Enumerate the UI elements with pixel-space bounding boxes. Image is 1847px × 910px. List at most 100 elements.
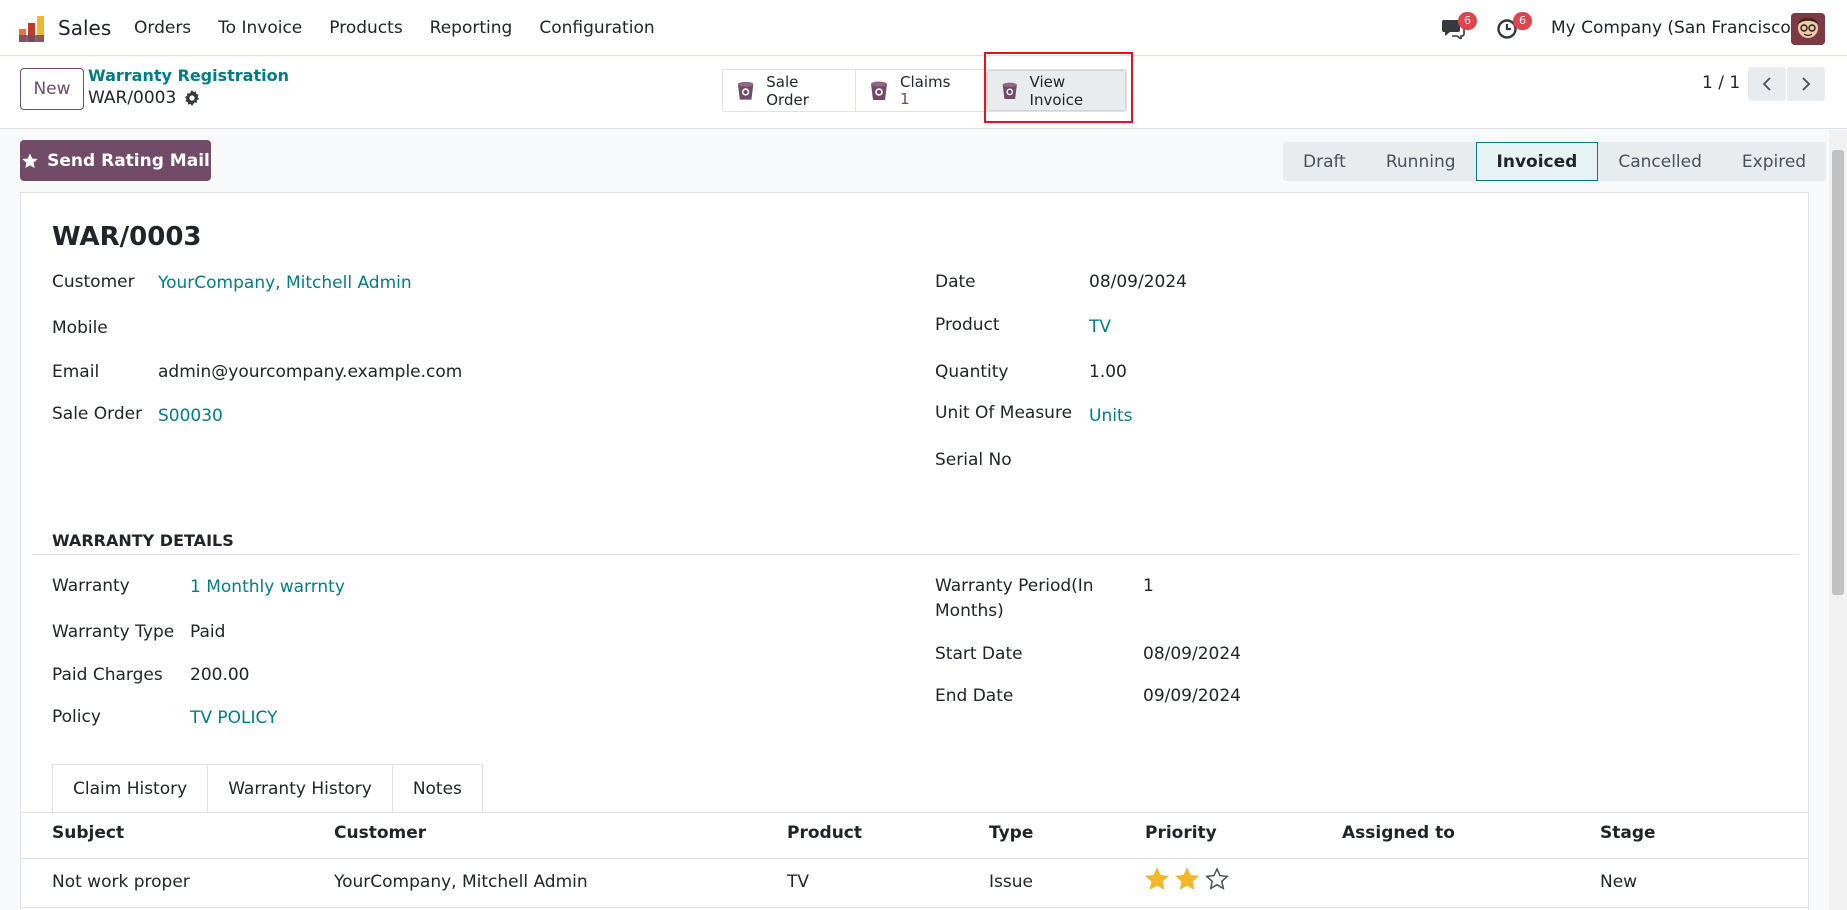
paid-charges-label: Paid Charges: [52, 665, 163, 685]
activities-badge: 6: [1513, 12, 1532, 30]
policy-label: Policy: [52, 707, 101, 727]
email-field[interactable]: admin@yourcompany.example.com: [158, 362, 462, 382]
database-icon: [871, 81, 887, 100]
claims-count: 1: [900, 89, 910, 108]
pager-value[interactable]: 1 / 1: [1702, 73, 1740, 93]
mobile-label: Mobile: [52, 318, 108, 338]
column-product[interactable]: Product: [787, 823, 862, 843]
warranty-type-label: Warranty Type: [52, 622, 175, 642]
notebook-tabs: Claim History Warranty History Notes: [52, 764, 483, 813]
tab-warranty-history[interactable]: Warranty History: [207, 764, 393, 813]
breadcrumb-current-label: WAR/0003: [88, 88, 177, 108]
menu-configuration[interactable]: Configuration: [539, 18, 654, 38]
send-rating-mail-button[interactable]: Send Rating Mail: [20, 140, 211, 181]
start-date-field[interactable]: 08/09/2024: [1143, 644, 1241, 664]
status-bar: Draft Running Invoiced Cancelled Expired: [1283, 142, 1827, 181]
section-divider: [31, 554, 1799, 555]
start-date-label: Start Date: [935, 644, 1023, 664]
user-avatar[interactable]: [1791, 13, 1825, 45]
tabs-divider: [21, 812, 1808, 813]
date-field[interactable]: 08/09/2024: [1089, 272, 1187, 292]
new-button[interactable]: New: [20, 68, 84, 110]
product-field[interactable]: TV: [1089, 317, 1111, 337]
claim-customer[interactable]: YourCompany, Mitchell Admin: [334, 872, 588, 892]
customer-field[interactable]: YourCompany, Mitchell Admin: [158, 273, 412, 293]
messages-badge: 6: [1458, 12, 1477, 30]
uom-field[interactable]: Units: [1089, 406, 1132, 426]
end-date-field[interactable]: 09/09/2024: [1143, 686, 1241, 706]
tab-notes[interactable]: Notes: [391, 764, 483, 813]
stage-cancelled[interactable]: Cancelled: [1598, 142, 1722, 181]
star-icon: [22, 153, 38, 168]
claim-priority[interactable]: [1145, 867, 1229, 891]
column-subject[interactable]: Subject: [52, 823, 124, 843]
star-filled-icon[interactable]: [1145, 867, 1169, 891]
top-navbar: Sales Orders To Invoice Products Reporti…: [0, 0, 1847, 56]
send-rating-mail-label: Send Rating Mail: [47, 150, 210, 171]
sales-app-icon[interactable]: [18, 15, 46, 43]
menu-products[interactable]: Products: [329, 18, 402, 38]
sale-order-field-label: Sale Order: [52, 404, 143, 424]
menu-to-invoice[interactable]: To Invoice: [218, 18, 302, 38]
database-icon: [737, 81, 754, 100]
end-date-label: End Date: [935, 686, 1014, 706]
chevron-left-icon: [1762, 77, 1771, 91]
date-label: Date: [935, 272, 976, 292]
pager-next-button[interactable]: [1787, 67, 1825, 101]
company-switcher[interactable]: My Company (San Francisco): [1551, 18, 1797, 38]
pager-previous-button[interactable]: [1748, 67, 1786, 101]
stage-invoiced[interactable]: Invoiced: [1475, 142, 1599, 181]
column-stage[interactable]: Stage: [1600, 823, 1656, 843]
claims-label: Claims: [900, 72, 951, 91]
control-panel: New Warranty Registration WAR/0003 Sale …: [0, 57, 1847, 129]
warranty-label: Warranty: [52, 576, 130, 596]
app-name[interactable]: Sales: [58, 16, 111, 40]
chevron-right-icon: [1802, 77, 1811, 91]
serial-no-label: Serial No: [935, 450, 1012, 470]
sale-order-smart-button[interactable]: Sale Order: [723, 70, 856, 111]
claim-subject[interactable]: Not work proper: [52, 872, 190, 892]
scrollbar-thumb[interactable]: [1832, 150, 1844, 595]
column-assigned-to[interactable]: Assigned to: [1342, 823, 1455, 843]
column-type[interactable]: Type: [989, 823, 1033, 843]
mobile-field[interactable]: [158, 318, 558, 340]
claim-stage[interactable]: New: [1600, 872, 1637, 892]
tab-claim-history[interactable]: Claim History: [52, 764, 209, 813]
breadcrumb-current: WAR/0003: [88, 88, 200, 108]
row-divider: [21, 907, 1808, 908]
view-invoice-highlight: [984, 52, 1133, 123]
customer-label: Customer: [52, 272, 135, 292]
claim-type[interactable]: Issue: [989, 872, 1033, 892]
gear-icon[interactable]: [184, 90, 200, 106]
record-title: WAR/0003: [52, 222, 202, 252]
warranty-period-label-line1: Warranty Period(In: [935, 576, 1094, 596]
sale-order-label: Sale Order: [766, 72, 809, 109]
warranty-field[interactable]: 1 Monthly warrnty: [190, 577, 345, 597]
sale-order-field[interactable]: S00030: [158, 406, 223, 426]
warranty-type-field[interactable]: Paid: [190, 622, 225, 642]
main-menu: Orders To Invoice Products Reporting Con…: [134, 18, 682, 38]
menu-reporting[interactable]: Reporting: [430, 18, 513, 38]
product-label: Product: [935, 315, 1000, 335]
serial-no-field[interactable]: [1089, 450, 1489, 472]
stage-running[interactable]: Running: [1365, 142, 1476, 181]
breadcrumb-parent[interactable]: Warranty Registration: [88, 66, 289, 85]
star-empty-icon[interactable]: [1205, 867, 1229, 891]
star-filled-icon[interactable]: [1175, 867, 1199, 891]
quantity-field[interactable]: 1.00: [1089, 362, 1127, 382]
warranty-period-label-line2: Months): [935, 601, 1004, 621]
stage-draft[interactable]: Draft: [1283, 142, 1366, 181]
stage-expired[interactable]: Expired: [1721, 142, 1827, 181]
column-priority[interactable]: Priority: [1145, 823, 1217, 843]
menu-orders[interactable]: Orders: [134, 18, 191, 38]
policy-field[interactable]: TV POLICY: [190, 708, 278, 728]
uom-label: Unit Of Measure: [935, 403, 1073, 423]
column-customer[interactable]: Customer: [334, 823, 426, 843]
warranty-details-heading: WARRANTY DETAILS: [52, 531, 234, 550]
quantity-label: Quantity: [935, 362, 1009, 382]
claim-product[interactable]: TV: [787, 872, 809, 892]
header-divider: [21, 858, 1808, 859]
warranty-period-field[interactable]: 1: [1143, 576, 1154, 596]
claims-smart-button[interactable]: Claims 1: [856, 70, 987, 111]
paid-charges-field[interactable]: 200.00: [190, 665, 249, 685]
